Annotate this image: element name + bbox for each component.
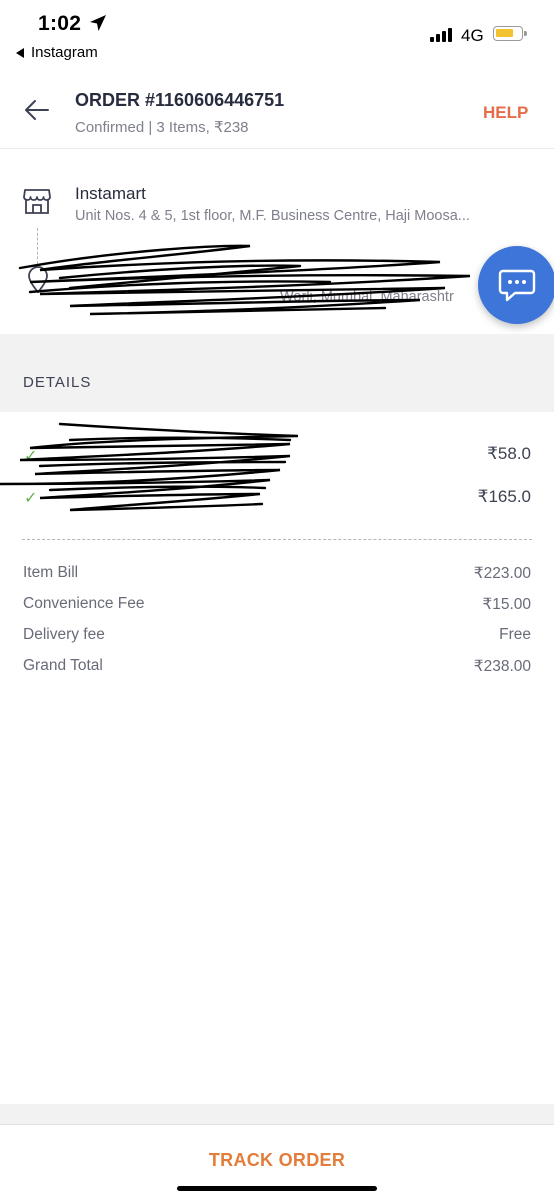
order-subtitle: Confirmed | 3 Items, ₹238 [75, 119, 249, 136]
bill-row-delivery-fee: Delivery fee Free [23, 626, 531, 644]
track-order-button[interactable]: TRACK ORDER [0, 1150, 554, 1171]
home-indicator[interactable] [177, 1186, 377, 1191]
footer-spacer [0, 1104, 554, 1124]
battery-icon [493, 26, 527, 41]
check-icon: ✓ [24, 448, 38, 465]
location-arrow-icon [90, 15, 106, 31]
network-type: 4G [461, 26, 484, 45]
bill-row-item-bill: Item Bill ₹223.00 [23, 564, 531, 583]
bill-label: Item Bill [23, 564, 79, 581]
check-icon: ✓ [24, 490, 38, 507]
location-pin-icon [28, 266, 48, 294]
store-icon [23, 189, 51, 214]
details-section-header [0, 334, 554, 412]
order-title: ORDER #1160606446751 [75, 90, 285, 110]
bill-label: Grand Total [23, 657, 103, 674]
chat-bubble-icon [498, 269, 536, 302]
item-price-2: ₹165.0 [477, 487, 531, 506]
bill-label: Delivery fee [23, 626, 105, 643]
bill-value: Free [499, 626, 531, 643]
bill-row-convenience-fee: Convenience Fee ₹15.00 [23, 595, 531, 614]
back-to-app-link[interactable]: Instagram [16, 44, 98, 61]
route-dotted-line [37, 228, 38, 264]
store-address: Unit Nos. 4 & 5, 1st floor, M.F. Busines… [75, 208, 470, 224]
bill-value: ₹15.00 [482, 596, 531, 613]
back-triangle-icon [16, 47, 24, 58]
bill-value: ₹238.00 [473, 658, 531, 675]
store-name: Instamart [75, 184, 146, 203]
arrow-left-icon[interactable] [24, 97, 50, 123]
header-divider [0, 148, 554, 149]
status-time: 1:02 [38, 12, 82, 35]
delivery-address: Worli, Mumbai, Maharashtr [280, 289, 454, 305]
help-button[interactable]: HELP [483, 103, 528, 123]
back-app-label: Instagram [31, 44, 98, 61]
bill-value: ₹223.00 [473, 565, 531, 582]
item-price-1: ₹58.0 [487, 444, 531, 463]
chat-support-button[interactable] [478, 246, 554, 324]
details-heading: DETAILS [23, 374, 92, 391]
signal-strength-icon [430, 28, 452, 42]
bill-row-grand-total: Grand Total ₹238.00 [23, 657, 531, 676]
bill-label: Convenience Fee [23, 595, 145, 612]
bill-separator [22, 539, 532, 540]
